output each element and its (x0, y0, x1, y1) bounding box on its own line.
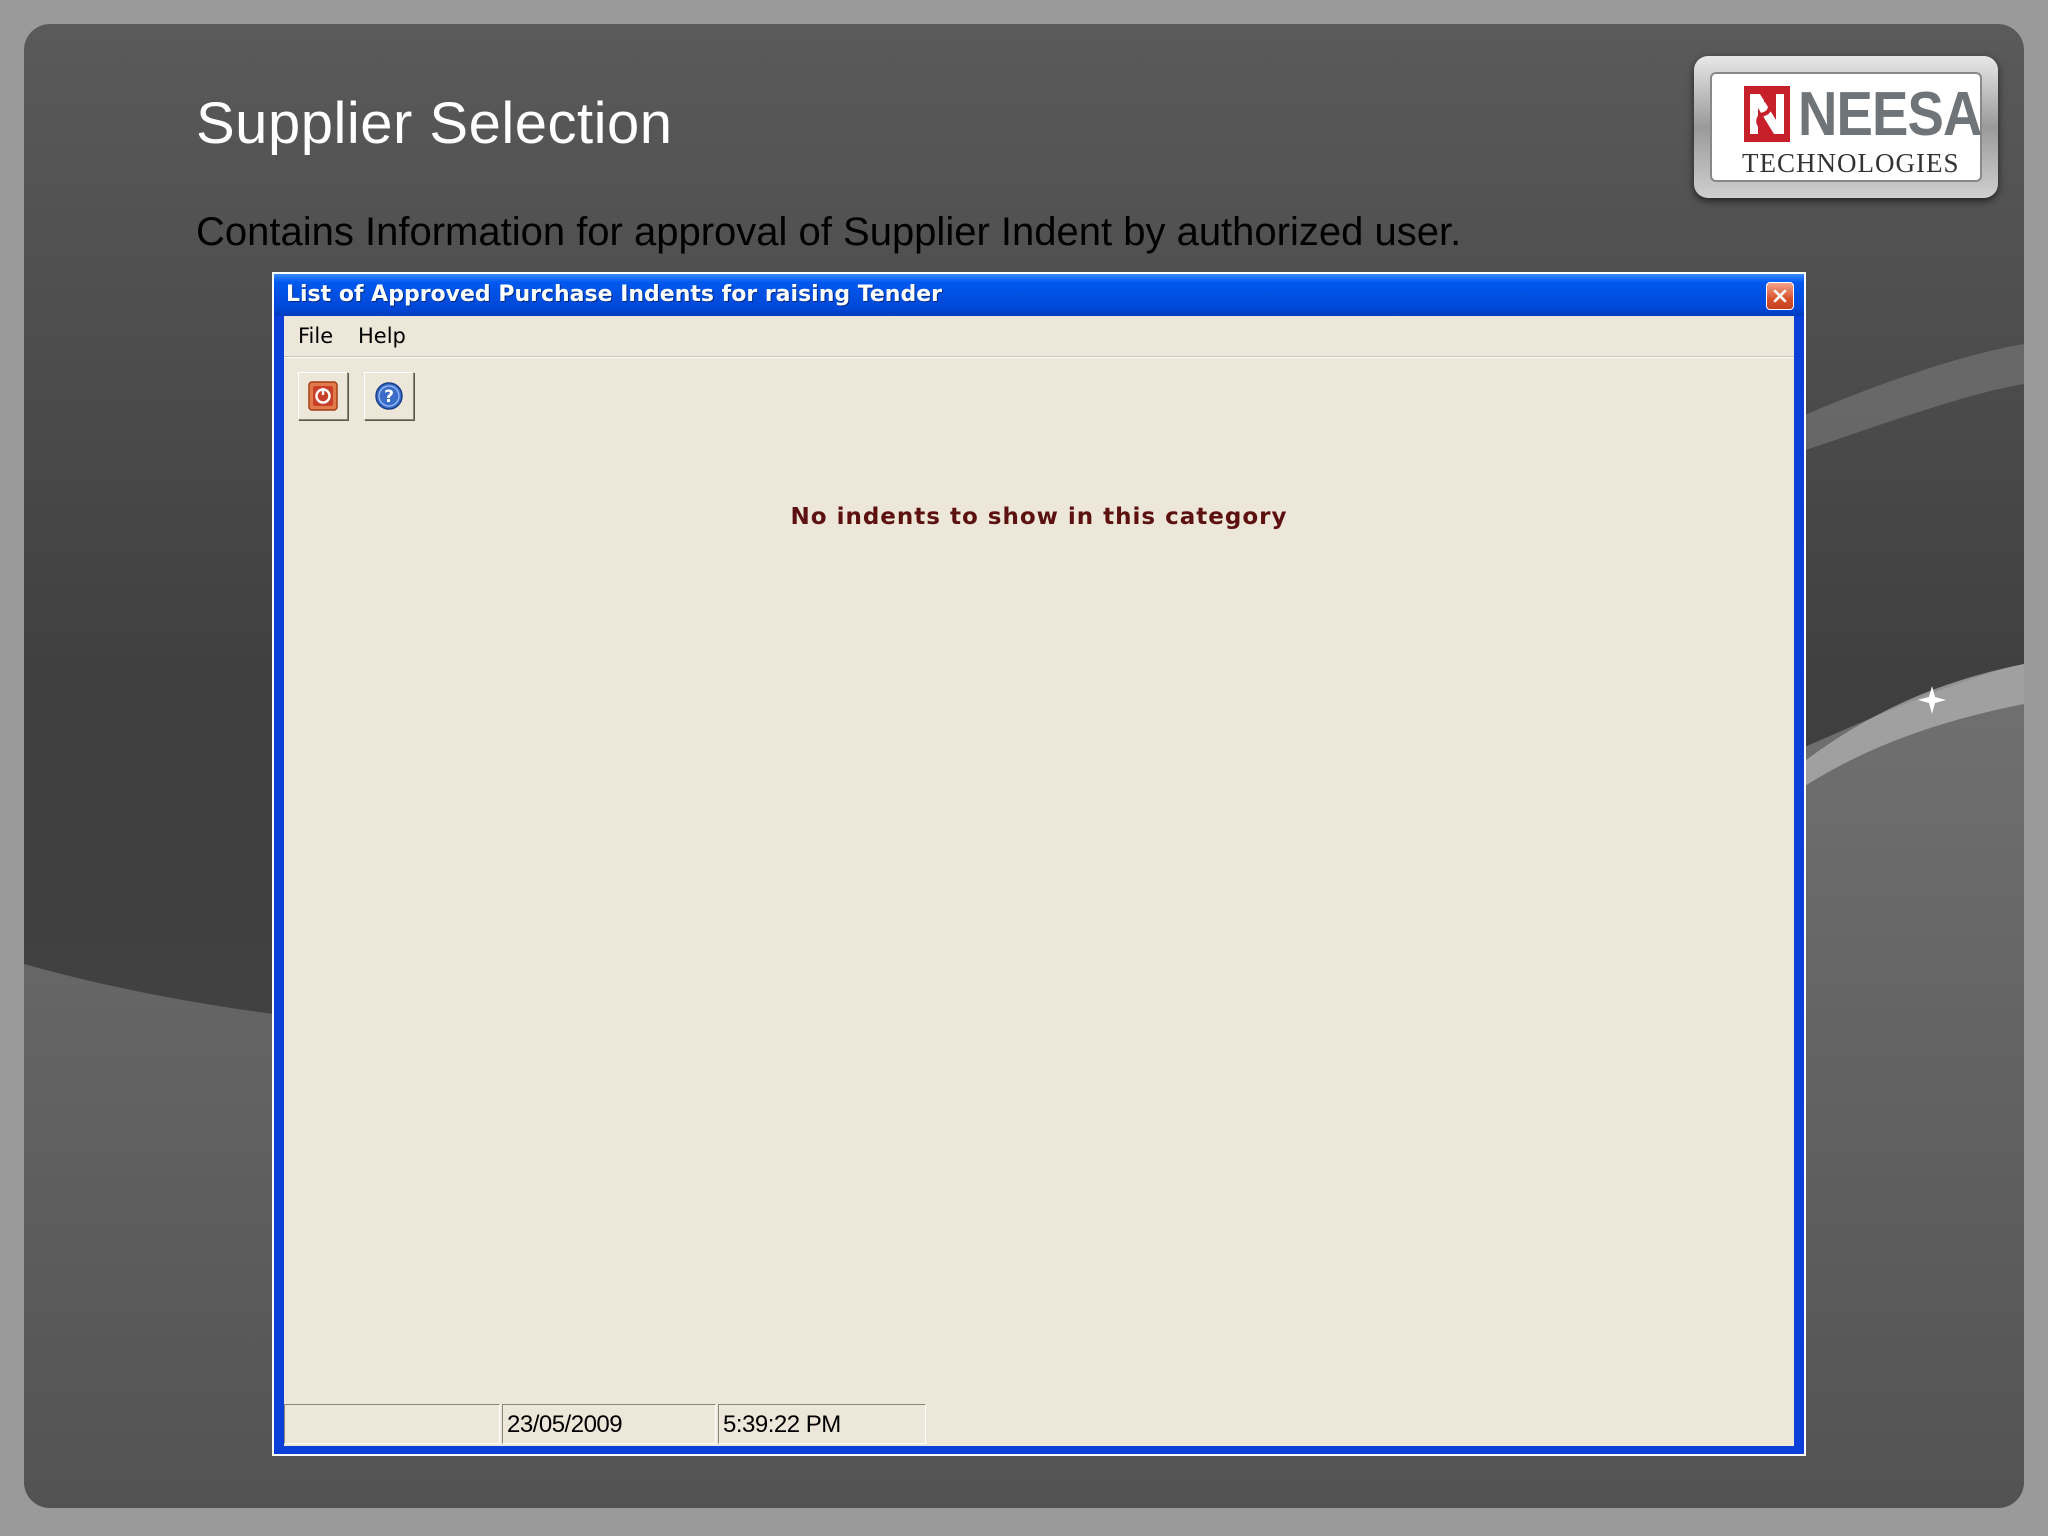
logo-tagline: TECHNOLOGIES (1742, 148, 1960, 178)
window-title: List of Approved Purchase Indents for ra… (286, 282, 942, 307)
status-cell-blank (284, 1404, 500, 1444)
status-bar: 23/05/2009 5:39:22 PM (284, 1400, 1794, 1446)
indent-list-window: List of Approved Purchase Indents for ra… (272, 272, 1806, 1456)
slide-title: Supplier Selection (196, 91, 673, 156)
toolbar: ? (298, 372, 438, 424)
window-titlebar[interactable]: List of Approved Purchase Indents for ra… (274, 274, 1804, 316)
logo-wordmark: NEESA (1798, 80, 1982, 149)
neesa-logo-mark-icon (1744, 86, 1790, 142)
exit-icon (308, 381, 338, 411)
close-icon (1773, 289, 1787, 303)
menu-help[interactable]: Help (358, 324, 406, 348)
status-date: 23/05/2009 (502, 1404, 716, 1444)
help-icon: ? (375, 382, 403, 410)
menu-bar: File Help (284, 316, 1794, 357)
menu-file[interactable]: File (298, 324, 333, 348)
close-button[interactable] (1766, 282, 1794, 310)
status-time: 5:39:22 PM (718, 1404, 926, 1444)
exit-button[interactable] (298, 372, 348, 420)
company-logo: NEESA TECHNOLOGIES (1694, 56, 1998, 198)
window-client-area: File Help ? No indents to show in this c… (284, 316, 1794, 1446)
empty-state-message: No indents to show in this category (790, 504, 1288, 530)
svg-text:?: ? (384, 387, 394, 407)
help-button[interactable]: ? (364, 372, 414, 420)
slide-subtitle: Contains Information for approval of Sup… (196, 210, 1462, 254)
